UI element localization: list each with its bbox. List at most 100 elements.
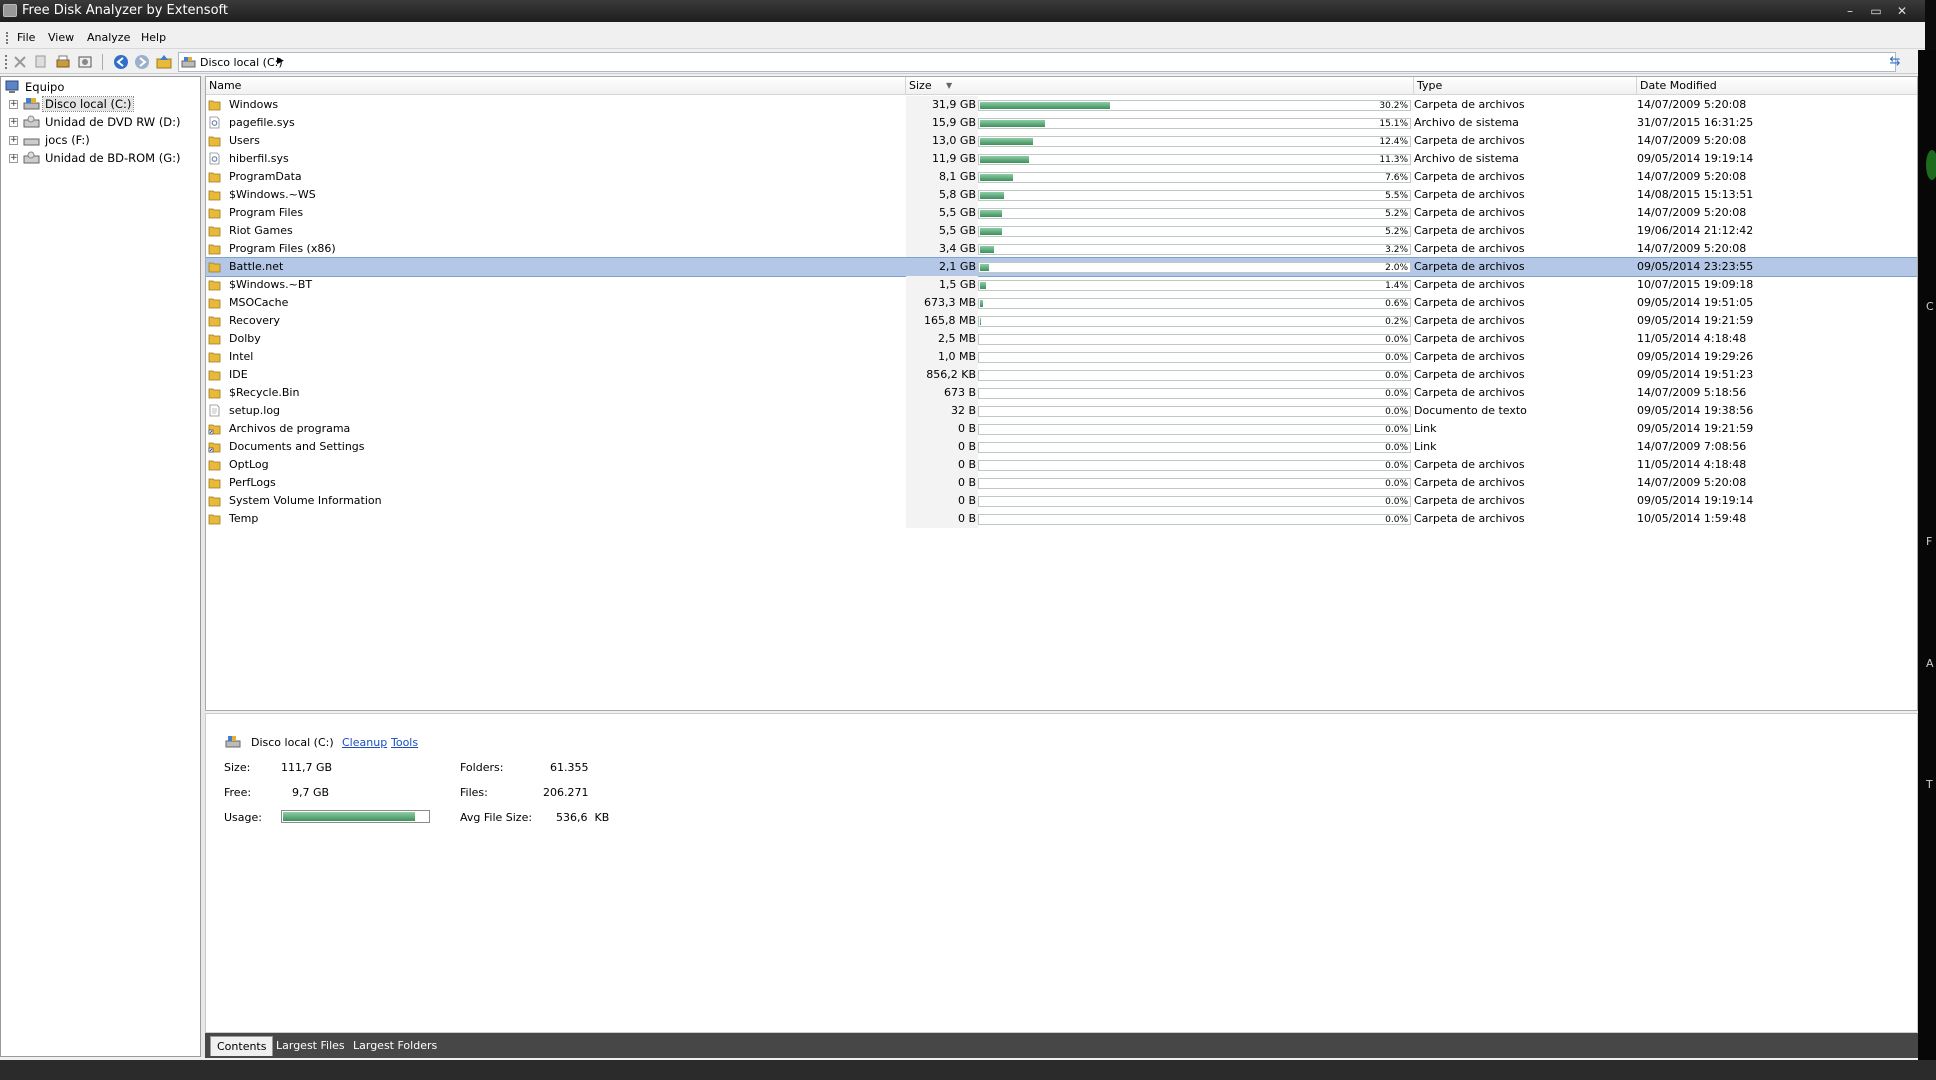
folder-icon: [208, 262, 221, 273]
copy-icon[interactable]: [32, 53, 50, 71]
info-drive-name: Disco local (C:): [251, 736, 334, 749]
folder-icon: [208, 190, 221, 201]
size-percent-bar-fill: [980, 156, 1029, 163]
table-row[interactable]: Program Files (x86) 3,4 GB 3.2% Carpeta de …: [206, 240, 1917, 258]
refresh-icon[interactable]: ⇆: [1886, 54, 1904, 70]
row-date: 09/05/2014 19:21:59: [1637, 314, 1754, 327]
table-row[interactable]: Recovery 165,8 MB 0.2% Carpeta de archivos 0…: [206, 312, 1917, 330]
table-row[interactable]: Documents and Settings 0 B 0.0% Link 14/07/2…: [206, 438, 1917, 456]
tools-link[interactable]: Tools: [391, 736, 418, 749]
tree-root-label: Equipo: [25, 80, 65, 94]
table-row[interactable]: Dolby 2,5 MB 0.0% Carpeta de archivos 11/05/…: [206, 330, 1917, 348]
folder-icon: [208, 370, 221, 381]
app-icon: [3, 4, 17, 17]
drive-icon: [225, 736, 241, 748]
table-row[interactable]: $Recycle.Bin 673 B 0.0% Carpeta de archivos…: [206, 384, 1917, 402]
row-date: 14/07/2009 5:20:08: [1637, 170, 1747, 183]
table-row[interactable]: System Volume Information 0 B 0.0% Carpeta …: [206, 492, 1917, 510]
row-name: Riot Games: [229, 224, 293, 237]
column-size[interactable]: Size ▼: [906, 77, 1414, 95]
row-type: Carpeta de archivos: [1414, 98, 1525, 111]
row-type: Carpeta de archivos: [1414, 296, 1525, 309]
menu-file[interactable]: File: [17, 31, 35, 44]
menu-help[interactable]: Help: [141, 31, 166, 44]
table-row[interactable]: pagefile.sys 15,9 GB 15.1% Archivo de siste…: [206, 114, 1917, 132]
size-percent-label: 0.0%: [1385, 353, 1408, 363]
back-icon[interactable]: [112, 53, 130, 71]
row-type: Documento de texto: [1414, 404, 1527, 417]
tab-largest-files[interactable]: Largest Files: [270, 1036, 351, 1056]
size-percent-label: 0.0%: [1385, 371, 1408, 381]
table-row[interactable]: Battle.net 2,1 GB 2.0% Carpeta de archivos 0…: [206, 257, 1917, 277]
tab-largest-folders[interactable]: Largest Folders: [347, 1036, 443, 1056]
address-bar[interactable]: Disco local (C:) ▶: [178, 52, 1896, 72]
expand-icon[interactable]: +: [9, 136, 18, 145]
row-type: Carpeta de archivos: [1414, 512, 1525, 525]
size-percent-bar: 0.0%: [978, 370, 1411, 381]
row-date: 09/05/2014 23:23:55: [1637, 260, 1754, 273]
tree-item-label: Unidad de BD-ROM (G:): [45, 151, 181, 165]
column-type[interactable]: Type: [1414, 77, 1637, 95]
table-row[interactable]: OptLog 0 B 0.0% Carpeta de archivos 11/05/20…: [206, 456, 1917, 474]
table-row[interactable]: Windows 31,9 GB 30.2% Carpeta de archivos 14…: [206, 96, 1917, 114]
row-type: Archivo de sistema: [1414, 152, 1519, 165]
address-path[interactable]: Disco local (C:): [200, 56, 283, 69]
size-percent-label: 5.2%: [1385, 209, 1408, 219]
size-percent-label: 15.1%: [1379, 119, 1408, 129]
cleanup-link[interactable]: Cleanup: [342, 736, 387, 749]
expand-icon[interactable]: +: [9, 154, 18, 163]
expand-icon[interactable]: +: [9, 118, 18, 127]
table-row[interactable]: IDE 856,2 KB 0.0% Carpeta de archivos 09/05/…: [206, 366, 1917, 384]
size-percent-label: 1.4%: [1385, 281, 1408, 291]
restore-button[interactable]: ▭: [1864, 0, 1888, 22]
size-percent-label: 0.2%: [1385, 317, 1408, 327]
table-row[interactable]: hiberfil.sys 11,9 GB 11.3% Archivo de siste…: [206, 150, 1917, 168]
print-icon[interactable]: [54, 53, 72, 71]
table-row[interactable]: $Windows.~BT 1,5 GB 1.4% Carpeta de archivo…: [206, 276, 1917, 294]
table-row[interactable]: Users 13,0 GB 12.4% Carpeta de archivos 14/0…: [206, 132, 1917, 150]
system-file-icon: [209, 152, 220, 165]
size-percent-bar: 3.2%: [978, 244, 1411, 255]
folder-icon: [208, 280, 221, 291]
size-percent-bar: 0.0%: [978, 334, 1411, 345]
folder-icon: [208, 172, 221, 183]
table-row[interactable]: Archivos de programa 0 B 0.0% Link 09/05/201…: [206, 420, 1917, 438]
row-size: 2,1 GB: [938, 260, 976, 273]
close-button[interactable]: ✕: [1890, 0, 1914, 22]
address-arrow-icon[interactable]: ▶: [277, 56, 284, 66]
size-percent-label: 0.6%: [1385, 299, 1408, 309]
table-row[interactable]: Program Files 5,5 GB 5.2% Carpeta de archiv…: [206, 204, 1917, 222]
row-name: hiberfil.sys: [229, 152, 289, 165]
row-type: Carpeta de archivos: [1414, 134, 1525, 147]
table-row[interactable]: ProgramData 8,1 GB 7.6% Carpeta de archivos…: [206, 168, 1917, 186]
table-row[interactable]: PerfLogs 0 B 0.0% Carpeta de archivos 14/07/…: [206, 474, 1917, 492]
table-row[interactable]: Temp 0 B 0.0% Carpeta de archivos 10/05/2014…: [206, 510, 1917, 528]
properties-icon[interactable]: [76, 53, 94, 71]
column-date[interactable]: Date Modified: [1637, 77, 1917, 95]
row-size: 0 B: [957, 440, 976, 453]
size-percent-label: 3.2%: [1385, 245, 1408, 255]
menu-view[interactable]: View: [48, 31, 74, 44]
indicator-light: [1926, 150, 1936, 180]
size-percent-bar: 2.0%: [978, 262, 1411, 273]
folder-icon: [208, 208, 221, 219]
table-row[interactable]: Riot Games 5,5 GB 5.2% Carpeta de archivos 1…: [206, 222, 1917, 240]
delete-icon[interactable]: [11, 53, 29, 71]
table-row[interactable]: setup.log 32 B 0.0% Documento de texto 09/05…: [206, 402, 1917, 420]
minimize-button[interactable]: –: [1838, 0, 1862, 22]
table-row[interactable]: $Windows.~WS 5,8 GB 5.5% Carpeta de archivo…: [206, 186, 1917, 204]
size-percent-bar: 0.0%: [978, 442, 1411, 453]
bd-drive-icon: [23, 151, 40, 164]
row-size: 31,9 GB: [931, 98, 976, 111]
table-row[interactable]: Intel 1,0 MB 0.0% Carpeta de archivos 09/05/…: [206, 348, 1917, 366]
table-row[interactable]: MSOCache 673,3 MB 0.6% Carpeta de archivos 0…: [206, 294, 1917, 312]
row-name: Program Files (x86): [229, 242, 336, 255]
row-name: Documents and Settings: [229, 440, 365, 453]
row-name: ProgramData: [229, 170, 302, 183]
column-name[interactable]: Name: [206, 77, 906, 95]
up-folder-icon[interactable]: [155, 53, 173, 71]
forward-icon[interactable]: [133, 53, 151, 71]
menu-analyze[interactable]: Analyze: [87, 31, 130, 44]
expand-icon[interactable]: +: [9, 100, 18, 109]
tab-contents[interactable]: Contents: [210, 1036, 274, 1056]
